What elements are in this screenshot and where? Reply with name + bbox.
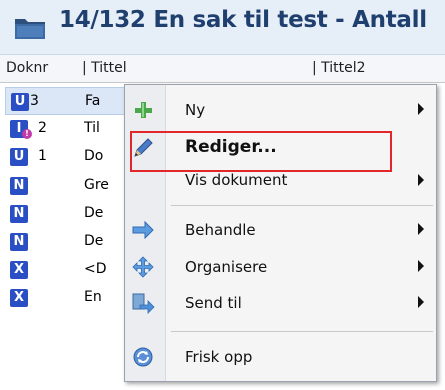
doc-number: 2: [38, 120, 47, 136]
menu-separator: [171, 205, 433, 206]
column-header-tittel[interactable]: | Tittel: [82, 60, 127, 76]
doc-type-n-icon: N: [10, 177, 28, 195]
submenu-arrow-icon: [418, 260, 424, 272]
doc-type-x-icon: X: [10, 289, 28, 307]
menu-item-send-til[interactable]: Send til: [125, 286, 436, 320]
doc-title: Til: [84, 120, 100, 136]
highlight-box: [130, 131, 392, 172]
doc-type-u-icon: U: [10, 148, 28, 166]
menu-item-vis-dokument[interactable]: Vis dokument: [125, 167, 436, 201]
doc-title: Do: [84, 148, 104, 164]
column-header-tittel2[interactable]: | Tittel2: [312, 60, 366, 76]
submenu-arrow-icon: [418, 223, 424, 235]
doc-type-n-icon: N: [10, 233, 28, 251]
menu-item-label: Frisk opp: [185, 348, 253, 366]
doc-type-n-icon: N: [10, 205, 28, 223]
folder-icon: [15, 19, 45, 39]
send-icon: [132, 293, 155, 314]
warning-overlay-icon: !: [22, 129, 32, 139]
doc-title: Gre: [84, 177, 109, 193]
window-title: 14/132 En sak til test - Antall: [59, 7, 427, 33]
menu-item-behandle[interactable]: Behandle: [125, 213, 436, 247]
menu-item-label: Ny: [185, 101, 206, 119]
column-header-doknr[interactable]: Doknr: [6, 60, 48, 76]
menu-separator: [171, 331, 433, 332]
menu-item-frisk-opp[interactable]: Frisk opp: [125, 340, 436, 374]
window-titlebar: 14/132 En sak til test - Antall: [0, 0, 445, 55]
doc-title: De: [84, 233, 104, 249]
plus-icon: [135, 102, 152, 118]
doc-number: 1: [38, 148, 47, 164]
move-icon: [132, 256, 154, 278]
submenu-arrow-icon: [418, 174, 424, 186]
doc-title: En: [84, 289, 102, 305]
menu-item-label: Organisere: [185, 258, 268, 276]
menu-item-organisere[interactable]: Organisere: [125, 250, 436, 284]
menu-item-label: Send til: [185, 294, 242, 312]
doc-type-u-icon: U: [11, 93, 29, 111]
doc-title: Fa: [85, 93, 101, 109]
doc-number: 3: [30, 93, 39, 109]
doc-type-x-icon: X: [10, 261, 28, 279]
refresh-icon: [133, 347, 153, 367]
doc-title: De: [84, 205, 104, 221]
menu-item-ny[interactable]: Ny: [125, 93, 436, 127]
table-row[interactable]: U 3 Fa: [5, 87, 125, 115]
context-menu: Ny Rediger... Vis dokument Behandle Orga…: [124, 84, 437, 382]
submenu-arrow-icon: [418, 296, 424, 308]
submenu-arrow-icon: [418, 103, 424, 115]
doc-title: <D: [84, 261, 107, 277]
menu-item-label: Vis dokument: [185, 171, 288, 189]
column-headers: Doknr | Tittel | Tittel2: [0, 55, 445, 83]
forward-arrow-icon: [132, 220, 154, 240]
menu-item-label: Behandle: [185, 221, 256, 239]
